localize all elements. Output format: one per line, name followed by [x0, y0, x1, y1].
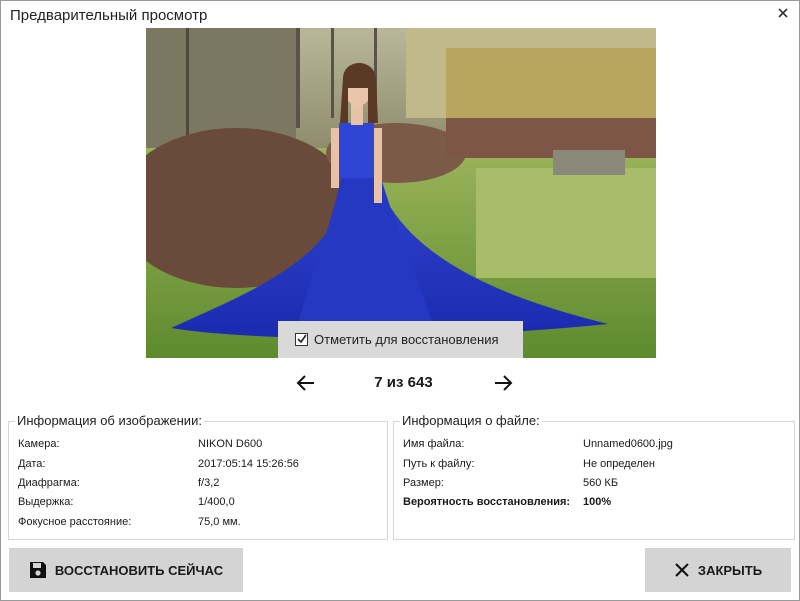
close-icon: [674, 562, 690, 578]
mark-for-restore-label: Отметить для восстановления: [314, 332, 499, 347]
info-value: Unnamed0600.jpg: [583, 438, 673, 450]
info-label: Вероятность восстановления:: [403, 496, 571, 508]
info-label: Путь к файлу:: [403, 458, 475, 470]
checkbox-checked-icon[interactable]: [295, 333, 308, 346]
info-value: 2017:05:14 15:26:56: [198, 458, 299, 470]
info-label: Выдержка:: [18, 496, 74, 508]
info-label: Дата:: [18, 458, 46, 470]
image-preview: [146, 28, 656, 358]
dialog-title: Предварительный просмотр: [10, 7, 208, 24]
floppy-disk-icon: [29, 561, 47, 579]
image-info-heading: Информация об изображении:: [15, 413, 204, 428]
close-button[interactable]: ЗАКРЫТЬ: [645, 548, 791, 592]
arrow-right-icon[interactable]: [491, 373, 515, 393]
info-value: 100%: [583, 496, 612, 508]
close-label: ЗАКРЫТЬ: [697, 562, 763, 578]
info-value: 75,0 мм.: [198, 516, 241, 528]
restore-now-label: ВОССТАНОВИТЬ СЕЙЧАС: [54, 562, 224, 578]
file-info-group: Информация о файле: Имя файла: Unnamed06…: [393, 413, 795, 540]
info-label: Фокусное расстояние:: [18, 516, 132, 528]
info-label: Имя файла:: [403, 438, 465, 450]
info-value: Не определен: [583, 458, 655, 470]
info-label: Диафрагма:: [18, 477, 80, 489]
info-value: 1/400,0: [198, 496, 235, 508]
mark-for-restore-checkbox[interactable]: Отметить для восстановления: [278, 321, 523, 358]
restore-now-button[interactable]: ВОССТАНОВИТЬ СЕЙЧАС: [9, 548, 243, 592]
preview-dialog: Предварительный просмотр Отметить для во…: [0, 0, 800, 601]
info-value: 560 КБ: [583, 477, 619, 489]
info-value: f/3,2: [198, 477, 220, 489]
info-label: Камера:: [18, 438, 60, 450]
info-label: Размер:: [403, 477, 444, 489]
file-info-heading: Информация о файле:: [400, 413, 542, 428]
image-pager: 7 из 643: [291, 371, 516, 395]
close-icon[interactable]: [776, 6, 790, 20]
image-info-group: Информация об изображении: Камера: NIKON…: [8, 413, 388, 540]
image-counter: 7 из 643: [374, 374, 433, 391]
info-value: NIKON D600: [198, 438, 263, 450]
